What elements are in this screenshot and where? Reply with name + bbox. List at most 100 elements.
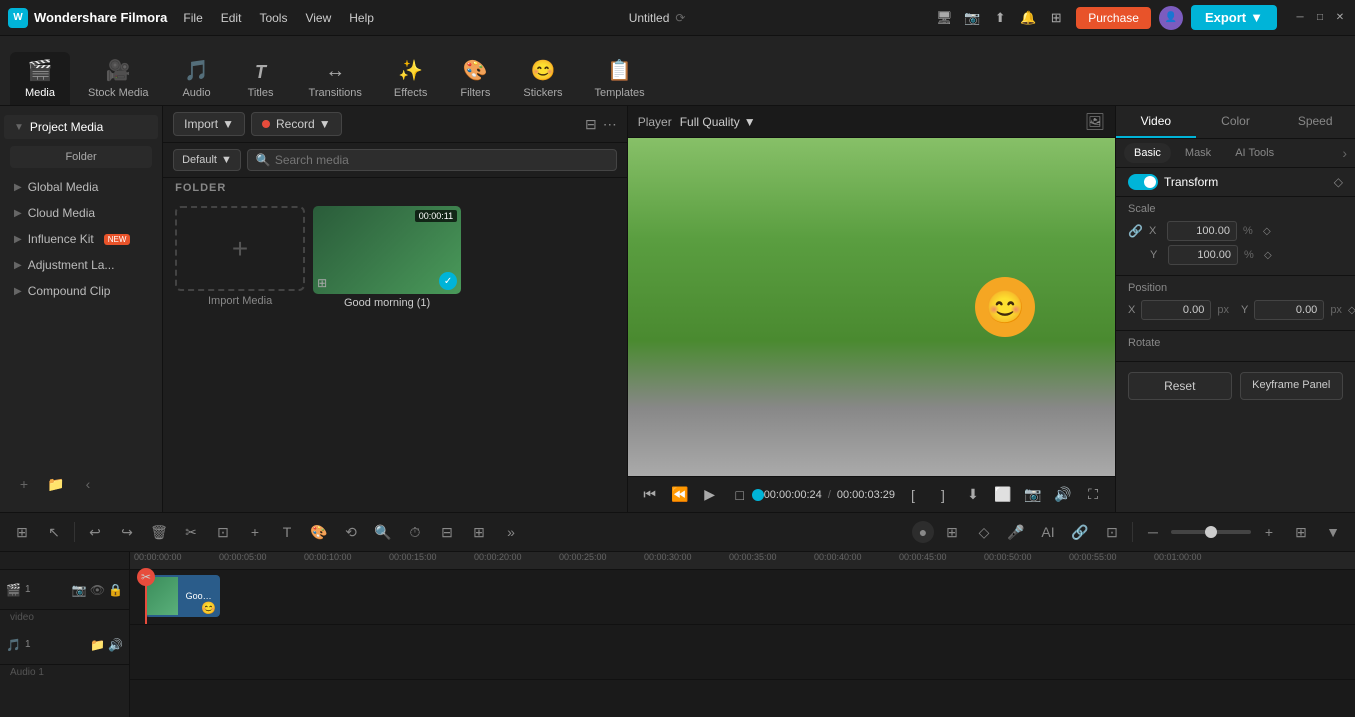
tl-mark-button[interactable]: ◇: [970, 518, 998, 546]
tl-undo-button[interactable]: ↩: [81, 518, 109, 546]
import-button[interactable]: Import ▼: [173, 112, 245, 136]
tl-zoom-plus-button[interactable]: +: [1255, 518, 1283, 546]
position-diamond[interactable]: ◇: [1348, 305, 1355, 316]
panel-tab-video[interactable]: Video: [1116, 106, 1196, 138]
sidebar-folder-item[interactable]: Folder: [10, 146, 152, 168]
menu-view[interactable]: View: [297, 7, 339, 29]
tl-cut-button[interactable]: ✂: [177, 518, 205, 546]
tl-add-track-button[interactable]: +: [241, 518, 269, 546]
icon-upload[interactable]: ⬆: [988, 6, 1012, 30]
position-y-input[interactable]: [1254, 300, 1324, 320]
keyframe-panel-button[interactable]: Keyframe Panel: [1240, 372, 1344, 400]
tl-link-button[interactable]: 🔗: [1066, 518, 1094, 546]
icon-apps[interactable]: ⊞: [1044, 6, 1068, 30]
tab-audio[interactable]: 🎵 Audio: [167, 52, 227, 105]
icon-camera[interactable]: 📷: [960, 6, 984, 30]
scale-x-diamond[interactable]: ◇: [1263, 226, 1271, 237]
skip-back-button[interactable]: ⏮: [638, 483, 662, 507]
frame-forward-button[interactable]: □: [728, 483, 752, 507]
scale-lock-icon[interactable]: 🔗: [1128, 224, 1143, 238]
tl-select-icon[interactable]: ↖: [40, 518, 68, 546]
panel-subtab-mask[interactable]: Mask: [1175, 143, 1221, 163]
scale-x-input[interactable]: [1167, 221, 1237, 241]
tl-color-button[interactable]: 🎨: [305, 518, 333, 546]
sidebar-folder-button[interactable]: 📁: [42, 470, 70, 498]
tl-transform-button[interactable]: ⟲: [337, 518, 365, 546]
user-avatar[interactable]: 👤: [1159, 6, 1183, 30]
tab-filters[interactable]: 🎨 Filters: [445, 52, 505, 105]
tl-more-button[interactable]: »: [497, 518, 525, 546]
tl-redo-button[interactable]: ↪: [113, 518, 141, 546]
maximize-button[interactable]: □: [1313, 11, 1327, 25]
tl-text-button[interactable]: T: [273, 518, 301, 546]
eye-track-icon[interactable]: 👁: [90, 583, 105, 597]
icon-monitor[interactable]: 🖥: [932, 6, 956, 30]
menu-file[interactable]: File: [175, 7, 210, 29]
tl-zoom-in2-button[interactable]: 🔍: [369, 518, 397, 546]
icon-bell[interactable]: 🔔: [1016, 6, 1040, 30]
tab-templates[interactable]: 📋 Templates: [580, 52, 658, 105]
sidebar-item-adjustment[interactable]: ▶ Adjustment La...: [4, 253, 158, 277]
filter-icon[interactable]: ⊟: [585, 116, 597, 133]
media-video-item[interactable]: 00:00:11 ⊞ ✓ Good morning (1): [313, 206, 461, 309]
reset-button[interactable]: Reset: [1128, 372, 1232, 400]
sidebar-item-influence-kit[interactable]: ▶ Influence Kit NEW: [4, 227, 158, 251]
tl-ai-button[interactable]: AI: [1034, 518, 1062, 546]
mark-in-button[interactable]: [: [901, 483, 925, 507]
frame-back-button[interactable]: ⏪: [668, 483, 692, 507]
sidebar-item-global-media[interactable]: ▶ Global Media: [4, 175, 158, 199]
tl-zoom-minus-button[interactable]: ─: [1139, 518, 1167, 546]
scale-y-input[interactable]: [1168, 245, 1238, 265]
sidebar-add-button[interactable]: +: [10, 470, 38, 498]
record-button[interactable]: Record ▼: [251, 112, 342, 136]
transform-toggle[interactable]: [1128, 174, 1158, 190]
import-media-item[interactable]: + Import Media: [175, 206, 305, 309]
panel-subtab-basic[interactable]: Basic: [1124, 143, 1171, 163]
sidebar-item-cloud-media[interactable]: ▶ Cloud Media: [4, 201, 158, 225]
tl-crop-button[interactable]: ⊡: [209, 518, 237, 546]
tab-transitions[interactable]: ↔ Transitions: [295, 54, 376, 105]
tab-media[interactable]: 🎬 Media: [10, 52, 70, 105]
tab-titles[interactable]: T Titles: [231, 56, 291, 105]
sidebar-item-project-media[interactable]: ▼ Project Media: [4, 115, 158, 139]
tl-zoom-in-clip-button[interactable]: ⊞: [465, 518, 493, 546]
tl-snap-button[interactable]: ●: [912, 521, 934, 543]
menu-help[interactable]: Help: [341, 7, 382, 29]
default-dropdown[interactable]: Default ▼: [173, 149, 241, 171]
mark-out-button[interactable]: ]: [931, 483, 955, 507]
purchase-button[interactable]: Purchase: [1076, 7, 1151, 29]
tl-time-button[interactable]: ⏱: [401, 518, 429, 546]
subtab-next-arrow[interactable]: ›: [1342, 145, 1347, 161]
tab-stickers[interactable]: 😊 Stickers: [509, 52, 576, 105]
tl-grid-snap-button[interactable]: ⊞: [938, 518, 966, 546]
import-media-box[interactable]: +: [175, 206, 305, 291]
audio-vol-icon[interactable]: 🔊: [108, 638, 123, 652]
snapshot-button[interactable]: 📷: [1021, 483, 1045, 507]
tl-layout-dropdown[interactable]: ▼: [1319, 518, 1347, 546]
menu-tools[interactable]: Tools: [251, 7, 295, 29]
scale-y-diamond[interactable]: ◇: [1264, 250, 1272, 261]
zoom-slider[interactable]: [1171, 530, 1251, 534]
more-options-icon[interactable]: ⋯: [603, 116, 617, 133]
sidebar-item-compound-clip[interactable]: ▶ Compound Clip: [4, 279, 158, 303]
preview-snapshot-icon[interactable]: 🖼: [1085, 112, 1105, 132]
overwrite-button[interactable]: ⬜: [991, 483, 1015, 507]
timeline-clip[interactable]: Good ... 😊: [145, 575, 220, 617]
folder-audio-icon[interactable]: 📁: [90, 638, 105, 652]
tl-layout-button[interactable]: ⊞: [1287, 518, 1315, 546]
export-button[interactable]: Export ▼: [1191, 5, 1277, 30]
audio-button[interactable]: 🔊: [1051, 483, 1075, 507]
sidebar-collapse-button[interactable]: ‹: [74, 470, 102, 498]
tab-stock-media[interactable]: 🎥 Stock Media: [74, 52, 163, 105]
fullscreen-button[interactable]: ⛶: [1081, 483, 1105, 507]
tab-effects[interactable]: ✨ Effects: [380, 52, 441, 105]
lock-track-icon[interactable]: 🔒: [108, 583, 123, 597]
camera-track-icon[interactable]: 📷: [72, 583, 87, 597]
search-input[interactable]: [275, 153, 608, 167]
tl-zoom-out-clip-button[interactable]: ⊟: [433, 518, 461, 546]
insert-button[interactable]: ⬇: [961, 483, 985, 507]
panel-tab-speed[interactable]: Speed: [1275, 106, 1355, 138]
panel-tab-color[interactable]: Color: [1196, 106, 1276, 138]
play-button[interactable]: ▶: [698, 483, 722, 507]
quality-selector[interactable]: Full Quality ▼: [680, 115, 756, 129]
